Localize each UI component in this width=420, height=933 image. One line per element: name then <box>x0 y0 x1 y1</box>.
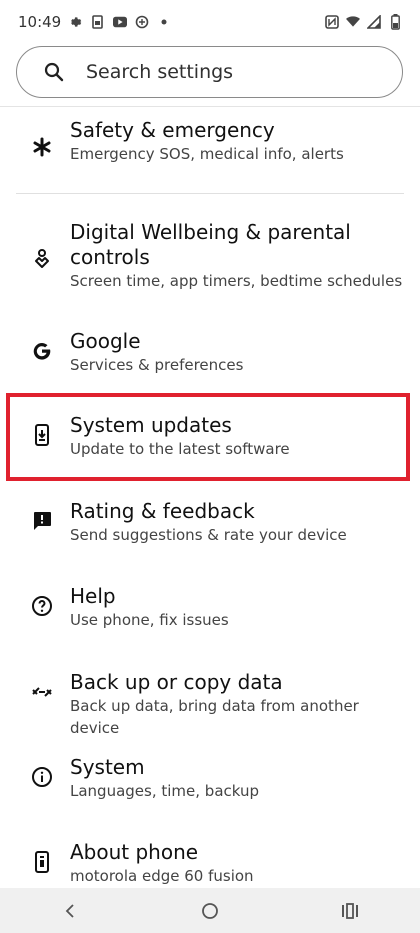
item-subtitle: Emergency SOS, medical info, alerts <box>70 145 344 163</box>
google-icon <box>30 339 54 363</box>
item-title: About phone <box>70 840 199 864</box>
settings-item-system[interactable]: System Languages, time, backup <box>0 755 420 815</box>
status-bar: 10:49 <box>0 0 420 44</box>
item-subtitle: Use phone, fix issues <box>70 611 229 629</box>
phone-icon <box>30 850 54 874</box>
wifi-icon <box>346 15 360 29</box>
search-bar[interactable]: Search settings <box>16 46 403 98</box>
item-subtitle: Send suggestions & rate your device <box>70 526 347 544</box>
item-subtitle: Back up data, bring data from another de… <box>70 697 359 737</box>
settings-item-help[interactable]: Help Use phone, fix issues <box>0 584 420 644</box>
settings-item-rating-feedback[interactable]: Rating & feedback Send suggestions & rat… <box>0 499 420 559</box>
sync-icon <box>135 15 149 29</box>
feedback-icon <box>30 509 54 533</box>
wellbeing-icon <box>30 247 54 271</box>
item-title: Back up or copy data <box>70 670 283 694</box>
settings-item-safety-emergency[interactable]: Safety & emergency Emergency SOS, medica… <box>0 118 420 188</box>
signal-icon <box>367 15 381 29</box>
sim-icon <box>91 15 105 29</box>
help-icon <box>30 594 54 618</box>
item-title-line2: controls <box>70 245 150 269</box>
dot-icon <box>157 15 171 29</box>
item-title: Safety & emergency <box>70 118 275 142</box>
nfc-icon <box>325 15 339 29</box>
back-icon[interactable] <box>58 899 82 923</box>
item-subtitle: Services & preferences <box>70 356 244 374</box>
item-subtitle: Languages, time, backup <box>70 782 260 800</box>
settings-item-digital-wellbeing[interactable]: Digital Wellbeing & parental controls Sc… <box>0 220 420 296</box>
status-time: 10:49 <box>18 13 62 31</box>
recents-icon[interactable] <box>338 899 362 923</box>
gear-icon <box>69 15 83 29</box>
search-icon <box>42 60 66 84</box>
settings-item-google[interactable]: Google Services & preferences <box>0 329 420 389</box>
backup-icon <box>30 680 54 704</box>
search-placeholder: Search settings <box>86 61 234 83</box>
item-title-line1: Digital Wellbeing & parental <box>70 220 351 244</box>
highlight-box <box>6 393 410 481</box>
item-subtitle: Screen time, app timers, bedtime schedul… <box>70 272 403 290</box>
item-subtitle: motorola edge 60 fusion <box>70 867 254 885</box>
item-title: Rating & feedback <box>70 499 255 523</box>
item-title: Help <box>70 584 116 608</box>
item-title: Google <box>70 329 141 353</box>
settings-item-backup-copy[interactable]: Back up or copy data Back up data, bring… <box>0 670 420 737</box>
asterisk-icon <box>30 135 54 159</box>
section-divider <box>16 193 404 194</box>
header-divider <box>0 106 420 107</box>
item-title: System <box>70 755 145 779</box>
navigation-bar <box>0 888 420 933</box>
battery-icon <box>388 14 402 30</box>
info-icon <box>30 765 54 789</box>
youtube-icon <box>113 15 128 29</box>
home-icon[interactable] <box>198 899 222 923</box>
settings-item-about-phone[interactable]: About phone motorola edge 60 fusion <box>0 840 420 888</box>
